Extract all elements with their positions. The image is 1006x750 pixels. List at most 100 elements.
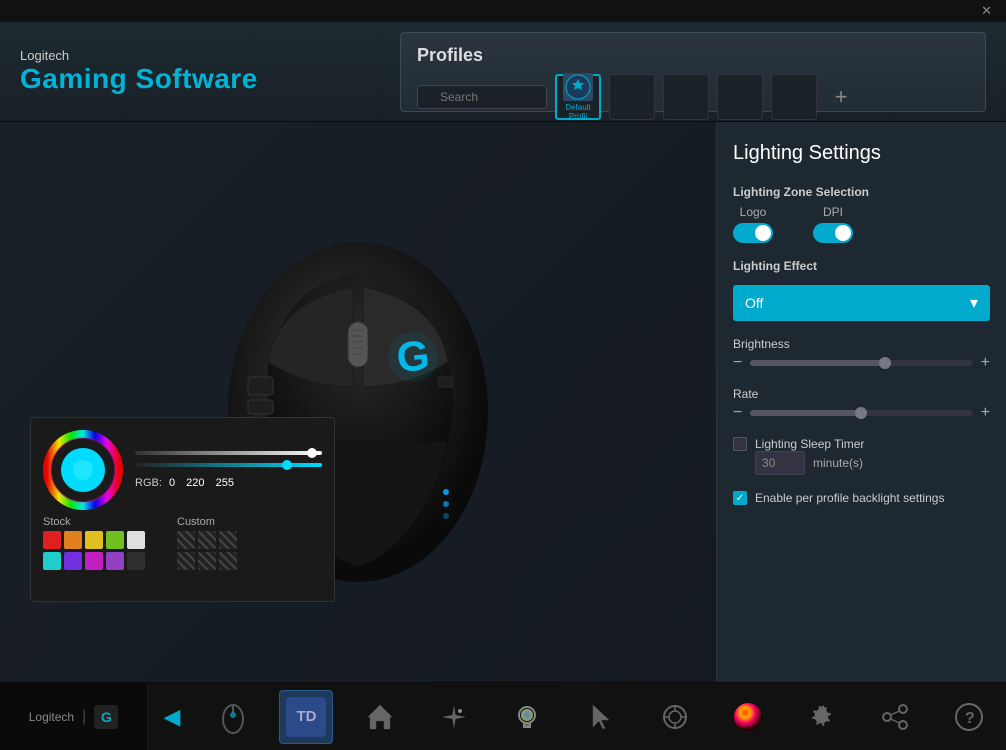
lighting-effect-dropdown[interactable]: Off ▾ [733,285,990,321]
rate-plus-button[interactable]: + [981,405,990,421]
brightness-controls: − + [733,355,990,371]
zone-section: Lighting Zone Selection Logo DPI [733,185,990,243]
color-sliders: RGB: 0 220 255 [135,451,322,489]
profile-slot-5[interactable] [771,74,817,120]
custom-swatch-1[interactable] [177,531,195,549]
rgb-g-value: 220 [186,477,204,489]
rate-label: Rate [733,387,990,401]
mouse-nav-icon [215,699,251,735]
spectrum-icon [730,699,766,735]
bulb-icon [511,701,543,733]
effect-value: Off [745,295,763,311]
swatch-blue[interactable] [64,552,82,570]
sleep-timer-input[interactable] [755,451,805,475]
brightness-slider[interactable] [750,360,972,366]
swatch-orange[interactable] [64,531,82,549]
dpi-zone: DPI [813,205,853,243]
custom-swatch-5[interactable] [198,552,216,570]
rgb-label: RGB: [135,477,162,489]
logo-toggle[interactable] [733,223,773,243]
swatch-pink[interactable] [85,552,103,570]
custom-swatch-2[interactable] [198,531,216,549]
nav-item-spectrum[interactable] [721,690,775,744]
custom-label: Custom [177,516,217,528]
lighting-title: Lighting Settings [733,142,990,165]
nav-item-share[interactable] [868,690,922,744]
search-wrap: 🔍 [417,85,547,109]
white-slider-thumb [307,448,317,458]
swatch-green[interactable] [106,531,124,549]
gear-icon [806,701,838,733]
swatch-white[interactable] [127,531,145,549]
backlight-checkbox[interactable]: ✓ [733,491,747,505]
swatch-cyan[interactable] [43,552,61,570]
color-picker-panel: RGB: 0 220 255 Stock [30,417,335,602]
nav-item-lights[interactable] [427,690,481,744]
nav-back-button[interactable]: ◀ [148,683,196,750]
sleep-timer-checkbox[interactable] [733,437,747,451]
swatch-dark[interactable] [127,552,145,570]
profile-slot-1[interactable]: Default Profil [555,74,601,120]
search-input[interactable] [417,85,547,109]
custom-swatch-4[interactable] [177,552,195,570]
profile-slot-2[interactable] [609,74,655,120]
nav-item-td[interactable]: TD [279,690,333,744]
custom-swatch-3[interactable] [219,531,237,549]
brightness-minus-button[interactable]: − [733,355,742,371]
brightness-label: Brightness [733,337,990,351]
home-icon [364,701,396,733]
profiles-bottom: 🔍 Default Profil + [417,74,969,120]
swatch-purple[interactable] [106,552,124,570]
dpi-toggle[interactable] [813,223,853,243]
profile-label-1: Default Profil [557,103,599,121]
dpi-toggle-knob [835,225,851,241]
color-swatches: Stock [43,516,322,570]
nav-brand-label: Logitech [29,710,74,724]
profile-icon-1 [563,73,593,101]
nav-item-help[interactable]: ? [942,690,996,744]
stock-label: Stock [43,516,83,528]
nav-item-cursor[interactable] [574,690,628,744]
swatch-yellow[interactable] [85,531,103,549]
target-icon [659,701,691,733]
sleep-timer-checkbox-row: Lighting Sleep Timer [733,437,990,451]
effect-label: Lighting Effect [733,259,990,273]
brightness-plus-button[interactable]: + [981,355,990,371]
lighting-effect-section: Lighting Effect Off ▾ [733,259,990,321]
svg-text:?: ? [965,710,975,727]
swatch-red[interactable] [43,531,61,549]
help-icon: ? [953,701,985,733]
nav-item-mouse[interactable] [206,690,260,744]
custom-section: Custom [177,516,237,570]
profile-slot-4[interactable] [717,74,763,120]
custom-swatch-6[interactable] [219,552,237,570]
share-icon [879,701,911,733]
rate-slider[interactable] [750,410,972,416]
cyan-slider-thumb [282,460,292,470]
backlight-row: ✓ Enable per profile backlight settings [733,491,990,505]
swatches-section: Stock [43,516,322,570]
stock-row-2 [43,552,145,570]
custom-row-1 [177,531,237,549]
cyan-slider[interactable] [135,463,322,467]
profiles-panel: Profiles 🔍 Default Profil + [400,32,986,112]
backlight-label: Enable per profile backlight settings [755,491,944,505]
close-button[interactable]: ✕ [975,1,998,21]
rate-minus-button[interactable]: − [733,405,742,421]
stock-row-1 [43,531,145,549]
lighting-panel: Lighting Settings Lighting Zone Selectio… [716,122,1006,682]
white-slider[interactable] [135,451,322,455]
nav-item-target[interactable] [648,690,702,744]
color-wheel[interactable] [43,430,123,510]
nav-item-rgb[interactable] [500,690,554,744]
bottom-nav: Logitech | G ◀ TD [0,682,1006,750]
nav-item-home[interactable] [353,690,407,744]
sparkle-icon [438,701,470,733]
nav-item-settings[interactable] [795,690,849,744]
zone-row: Logo DPI [733,205,990,243]
add-profile-button[interactable]: + [825,81,857,113]
custom-row-2 [177,552,237,570]
brightness-slider-fill [750,360,883,366]
profiles-title: Profiles [417,45,969,66]
profile-slot-3[interactable] [663,74,709,120]
